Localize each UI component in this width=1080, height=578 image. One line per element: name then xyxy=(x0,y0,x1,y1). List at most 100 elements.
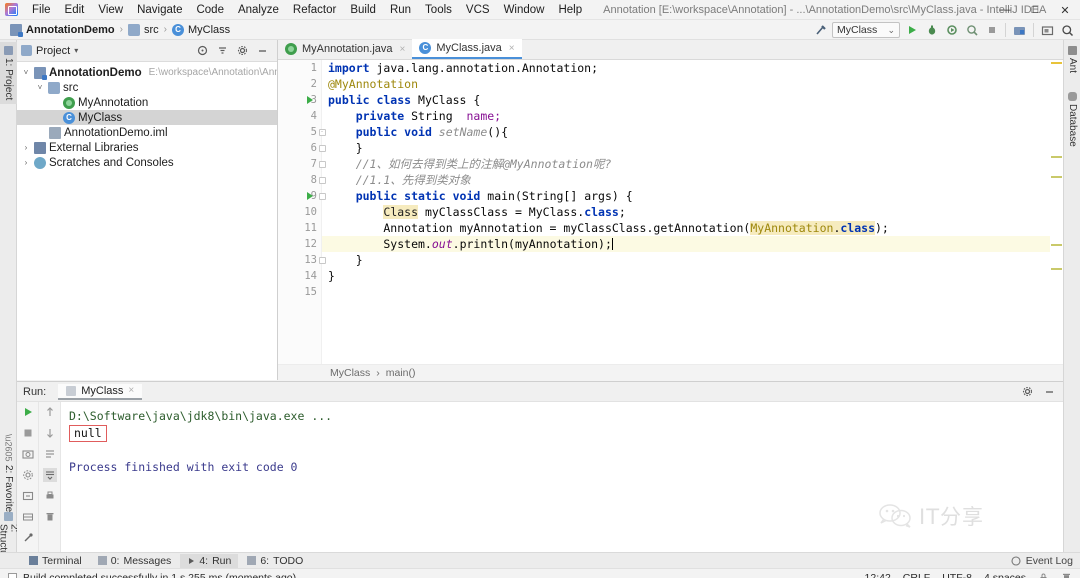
search-everywhere-icon[interactable] xyxy=(1059,22,1076,39)
run-config-label: MyClass xyxy=(837,24,878,36)
menu-build[interactable]: Build xyxy=(343,2,383,18)
stop-icon[interactable] xyxy=(21,426,35,440)
tab-myannotation-java[interactable]: MyAnnotation.java × xyxy=(278,39,412,59)
tree-item-iml[interactable]: AnnotationDemo.iml xyxy=(17,125,277,140)
pin-icon[interactable] xyxy=(21,531,35,545)
sidebar-item-database[interactable]: Database xyxy=(1064,88,1080,151)
menu-vcs[interactable]: VCS xyxy=(459,2,497,18)
menu-refactor[interactable]: Refactor xyxy=(286,2,343,18)
status-encoding[interactable]: UTF-8 xyxy=(942,572,972,578)
breadcrumb-item-project[interactable]: AnnotationDemo xyxy=(5,23,120,37)
sidebar-item-label: 1: Project xyxy=(3,58,14,101)
run-tab-label: MyClass xyxy=(81,384,124,397)
chevron-down-icon[interactable]: ▾ xyxy=(74,46,78,55)
build-hammer-icon[interactable] xyxy=(812,22,829,39)
chevron-right-icon[interactable]: › xyxy=(21,143,31,152)
select-in-icon[interactable] xyxy=(1039,22,1056,39)
hide-icon[interactable] xyxy=(1043,385,1056,398)
bottom-tab-terminal[interactable]: Terminal xyxy=(22,554,89,568)
settings-gear-icon[interactable] xyxy=(1021,385,1034,398)
menu-view[interactable]: View xyxy=(91,2,130,18)
screenshot-icon[interactable] xyxy=(21,447,35,461)
bottom-tab-messages[interactable]: 0: Messages xyxy=(91,554,179,568)
code-line: //1.1、先得到类对象 xyxy=(328,173,471,187)
close-icon[interactable]: × xyxy=(509,43,515,54)
project-structure-icon[interactable] xyxy=(1011,22,1028,39)
debug-icon[interactable] xyxy=(923,22,940,39)
status-indent[interactable]: 4 spaces xyxy=(984,572,1026,578)
settings-icon[interactable] xyxy=(21,468,35,482)
tree-item-myannotation[interactable]: MyAnnotation xyxy=(17,95,277,110)
tree-item-scratches[interactable]: › Scratches and Consoles xyxy=(17,155,277,170)
menu-tools[interactable]: Tools xyxy=(418,2,459,18)
print-icon[interactable] xyxy=(43,489,57,503)
run-gutter-icon[interactable] xyxy=(302,92,318,108)
settings-gear-icon[interactable] xyxy=(236,44,249,57)
breadcrumb-item-myclass[interactable]: C MyClass xyxy=(167,23,235,37)
tree-item-src[interactable]: ˅ src xyxy=(17,80,277,95)
editor-gutter[interactable]: 1 2 3 4 5 6 7 8 9 10 11 12 13 14 15 - xyxy=(278,60,326,380)
run-tab-myclass[interactable]: MyClass × xyxy=(58,383,143,400)
chevron-right-icon[interactable]: › xyxy=(21,158,31,167)
scroll-end-icon[interactable] xyxy=(42,468,57,482)
change-marker[interactable] xyxy=(1051,156,1062,158)
minimize-button[interactable]: — xyxy=(990,0,1020,20)
close-button[interactable]: ✕ xyxy=(1050,0,1080,20)
menu-file[interactable]: File xyxy=(25,2,58,18)
sidebar-item-ant[interactable]: Ant xyxy=(1064,42,1080,77)
intellij-logo-icon xyxy=(5,3,18,16)
tree-item-annotationdemo[interactable]: ˅ AnnotationDemo E:\workspace\Annotation… xyxy=(17,65,277,80)
scroll-up-icon[interactable] xyxy=(43,405,57,419)
tab-myclass-java[interactable]: C MyClass.java × xyxy=(412,39,522,59)
breadcrumb-method[interactable]: main() xyxy=(386,367,416,379)
menu-edit[interactable]: Edit xyxy=(58,2,92,18)
run-panel-label: Run: xyxy=(23,385,47,398)
tree-item-external-libraries[interactable]: › External Libraries xyxy=(17,140,277,155)
trash-icon[interactable] xyxy=(43,510,57,524)
hide-icon[interactable] xyxy=(256,44,269,57)
maximize-button[interactable]: □ xyxy=(1020,0,1050,20)
export-icon[interactable] xyxy=(21,489,35,503)
locate-icon[interactable] xyxy=(196,44,209,57)
sidebar-item-project[interactable]: 1: Project xyxy=(0,42,17,105)
breadcrumb-class[interactable]: MyClass xyxy=(330,367,370,379)
print-grid-icon[interactable] xyxy=(21,510,35,524)
change-marker[interactable] xyxy=(1051,268,1062,270)
breadcrumb-item-src[interactable]: src xyxy=(123,23,164,37)
event-log-button[interactable]: Event Log xyxy=(1011,555,1080,567)
scroll-down-icon[interactable] xyxy=(43,426,57,440)
lock-icon[interactable] xyxy=(1038,572,1049,578)
collapse-all-icon[interactable] xyxy=(216,44,229,57)
editor-scrollbar[interactable] xyxy=(1050,60,1063,380)
menu-analyze[interactable]: Analyze xyxy=(231,2,286,18)
tree-item-label: AnnotationDemo xyxy=(49,66,142,79)
console-output[interactable]: D:\Software\java\jdk8\bin\java.exe ... n… xyxy=(61,402,1063,553)
run-icon[interactable] xyxy=(903,22,920,39)
code-text[interactable]: import java.lang.annotation.Annotation; … xyxy=(322,60,1063,380)
trash-icon[interactable] xyxy=(1061,572,1072,578)
change-marker[interactable] xyxy=(1051,244,1062,246)
menu-run[interactable]: Run xyxy=(383,2,418,18)
warning-marker[interactable] xyxy=(1051,62,1062,64)
menu-code[interactable]: Code xyxy=(189,2,231,18)
bottom-tab-todo[interactable]: 6: TODO xyxy=(240,554,310,568)
chevron-down-icon[interactable]: ˅ xyxy=(21,68,31,77)
close-icon[interactable]: × xyxy=(128,385,134,396)
soft-wrap-icon[interactable] xyxy=(43,447,57,461)
run-configuration-selector[interactable]: MyClass ⌄ xyxy=(832,22,900,38)
bottom-tab-run[interactable]: 4: Run xyxy=(180,553,239,568)
star-icon: \u2605 xyxy=(3,434,14,462)
rerun-icon[interactable] xyxy=(21,405,35,419)
tree-item-myclass[interactable]: C MyClass xyxy=(17,110,277,125)
project-tool-window: Project ▾ ˅ AnnotationDemo E:\workspace\… xyxy=(17,40,278,380)
profile-icon[interactable] xyxy=(963,22,980,39)
close-icon[interactable]: × xyxy=(400,44,406,55)
change-marker[interactable] xyxy=(1051,176,1062,178)
chevron-down-icon[interactable]: ˅ xyxy=(35,83,45,92)
stop-icon[interactable] xyxy=(983,22,1000,39)
menu-help[interactable]: Help xyxy=(551,2,589,18)
menu-navigate[interactable]: Navigate xyxy=(130,2,189,18)
menu-window[interactable]: Window xyxy=(497,2,552,18)
run-coverage-icon[interactable] xyxy=(943,22,960,39)
status-line-separator[interactable]: CRLF xyxy=(903,572,930,578)
